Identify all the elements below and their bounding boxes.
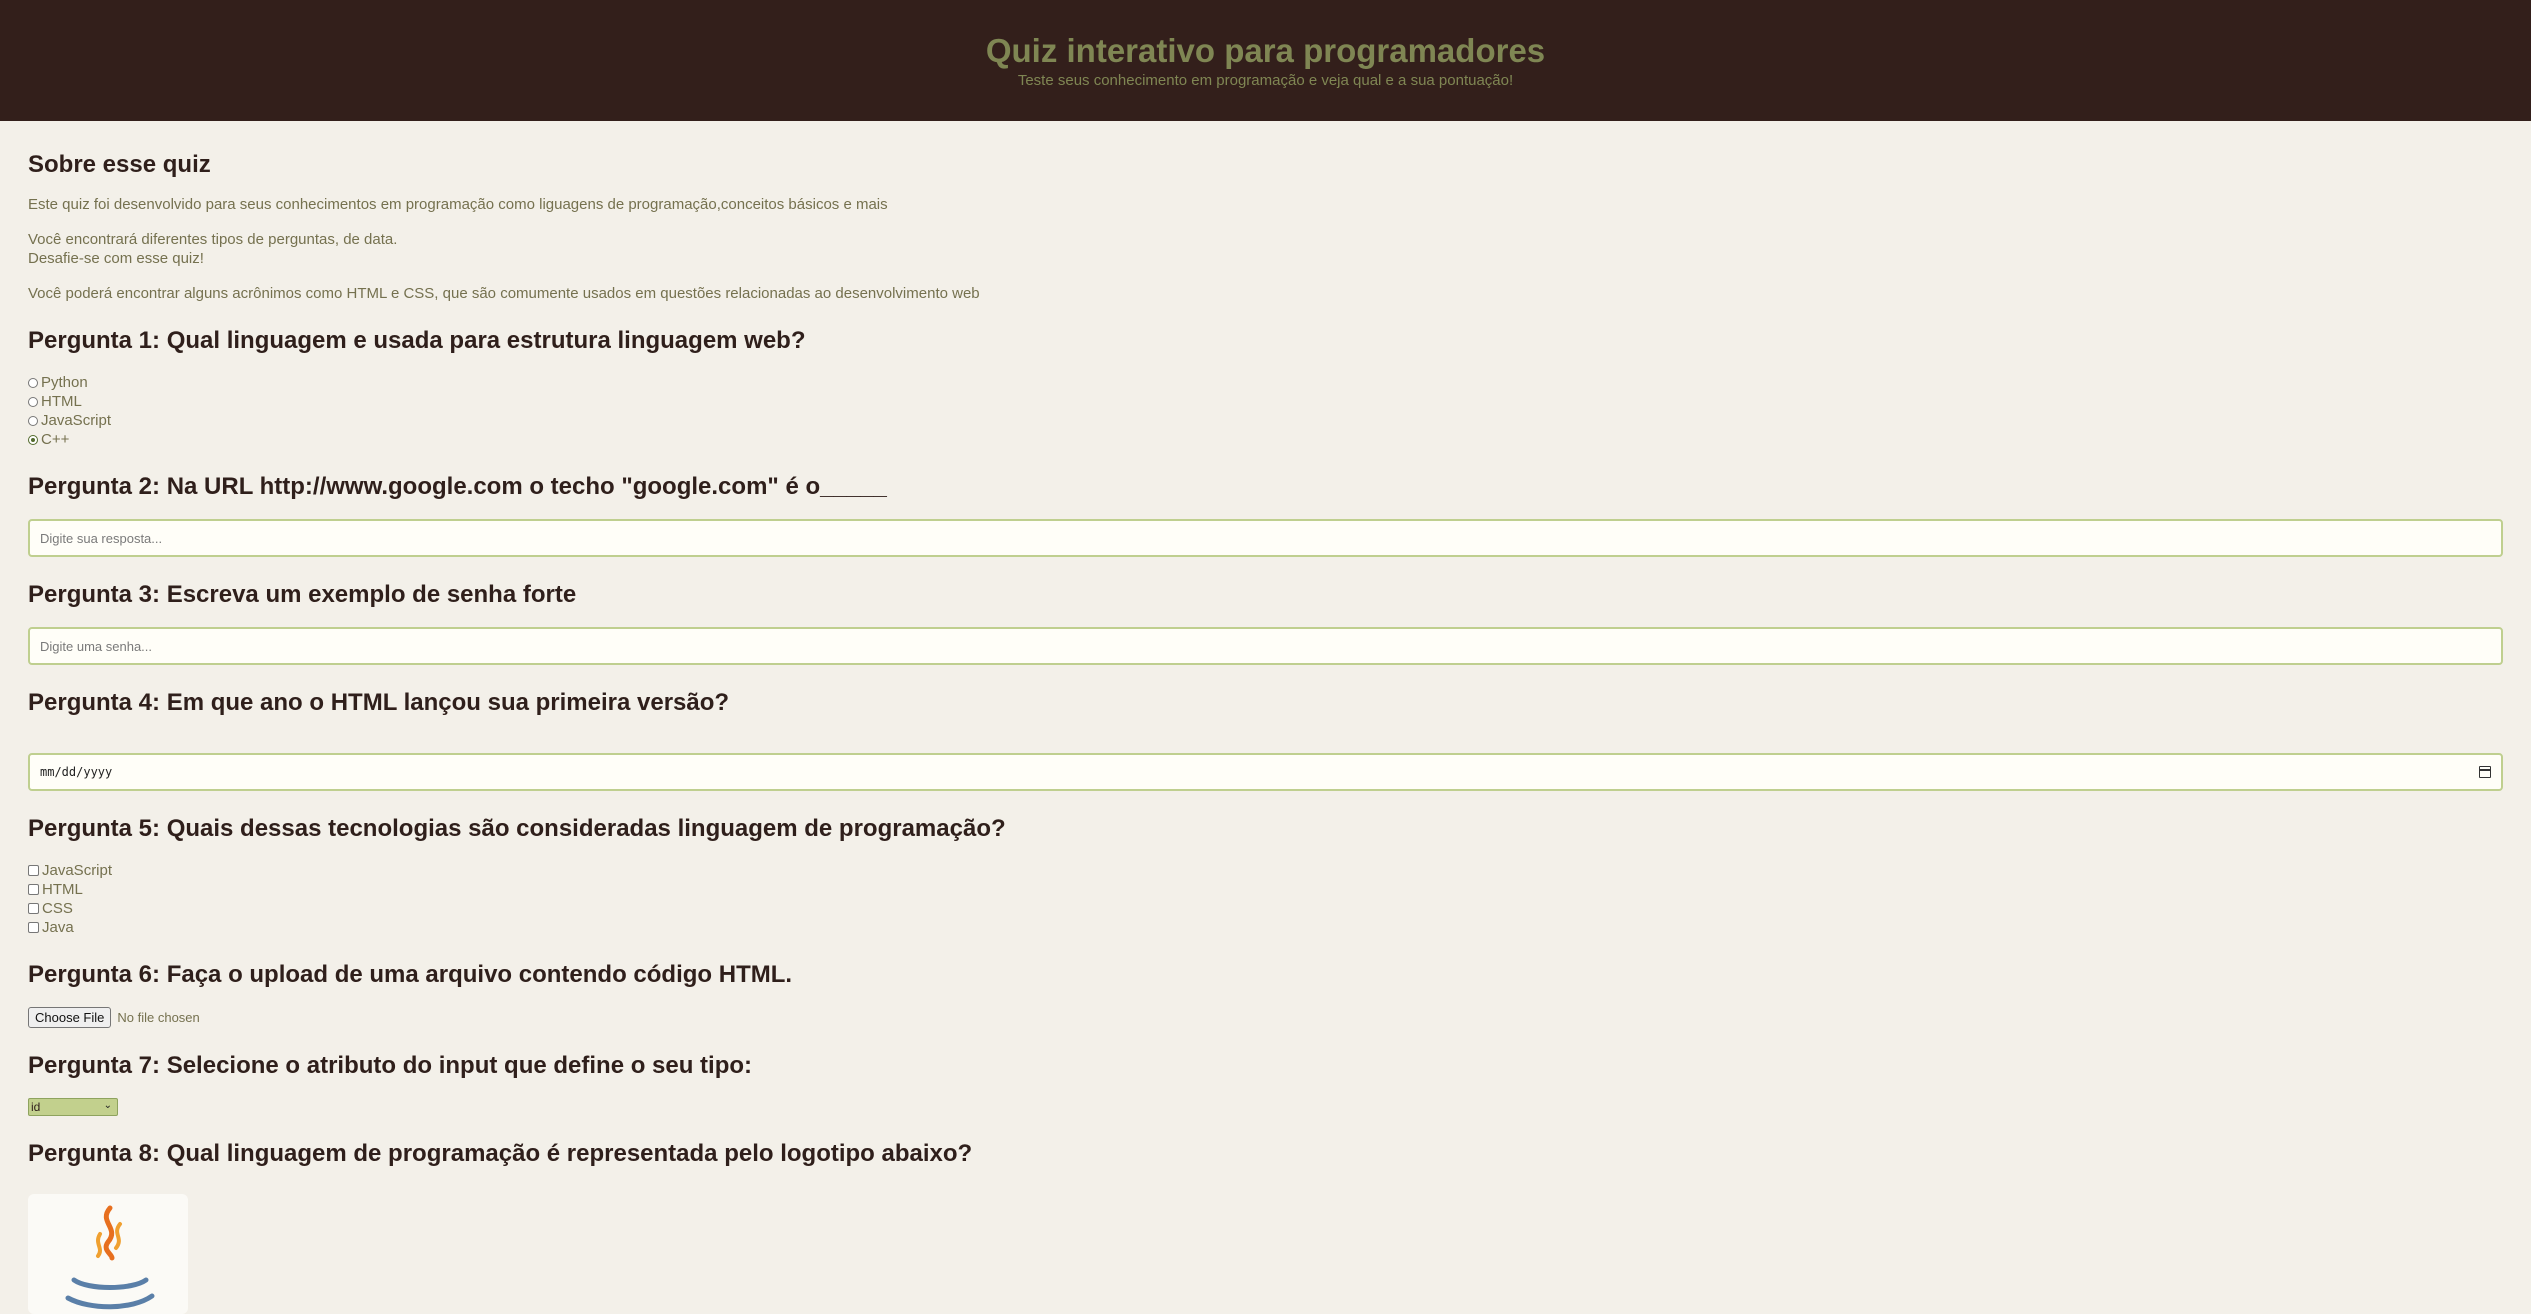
date-input[interactable]: mm/dd/yyyy (28, 753, 2503, 791)
about-paragraph-1: Este quiz foi desenvolvido para seus con… (28, 196, 888, 213)
checkbox[interactable] (28, 903, 39, 914)
question-8: Pergunta 8: Qual linguagem de programaçã… (28, 1140, 2503, 1314)
question-5: Pergunta 5: Quais dessas tecnologias são… (28, 815, 2503, 937)
q5-option-java[interactable]: Java (28, 918, 2503, 937)
question-1-options: Python HTML JavaScript C++ (28, 373, 2503, 449)
page-subtitle: Teste seus conhecimento em programação e… (1017, 71, 1514, 89)
about-paragraph-2: Você encontrará diferentes tipos de perg… (28, 230, 2503, 268)
answer-input[interactable]: Digite sua resposta... (28, 519, 2503, 557)
select-value: id (31, 1100, 41, 1114)
checkbox[interactable] (28, 865, 39, 876)
site-header: Quiz interativo para programadores Teste… (0, 0, 2531, 121)
question-1: Pergunta 1: Qual linguagem e usada para … (28, 327, 2503, 449)
question-3-title: Pergunta 3: Escreva um exemplo de senha … (28, 581, 577, 608)
q5-option-css[interactable]: CSS (28, 899, 2503, 918)
checkbox[interactable] (28, 922, 39, 933)
question-4: Pergunta 4: Em que ano o HTML lançou sua… (28, 689, 2503, 791)
q1-option-cpp[interactable]: C++ (28, 430, 2503, 449)
page-title: Quiz interativo para programadores (985, 31, 1546, 69)
question-6: Pergunta 6: Faça o upload de uma arquivo… (28, 961, 2503, 1028)
about-section: Sobre esse quiz Este quiz foi desenvolvi… (28, 151, 2503, 303)
q1-option-html[interactable]: HTML (28, 392, 2503, 411)
file-upload: Choose File No file chosen (28, 1007, 2503, 1028)
answer-input-placeholder: Digite sua resposta... (40, 530, 163, 546)
attribute-select[interactable]: id ⌄ (28, 1098, 118, 1116)
q5-option-html[interactable]: HTML (28, 880, 2503, 899)
question-1-title: Pergunta 1: Qual linguagem e usada para … (28, 327, 806, 354)
calendar-icon[interactable] (2479, 766, 2491, 778)
logo-image-card (28, 1194, 188, 1314)
about-paragraph-2-line-2: Desafie-se com esse quiz! (28, 250, 204, 267)
checkbox[interactable] (28, 884, 39, 895)
java-logo-icon (65, 1205, 155, 1310)
option-label: JavaScript (41, 412, 112, 429)
password-input-placeholder: Digite uma senha... (40, 638, 153, 654)
about-paragraph-2-line-1: Você encontrará diferentes tipos de perg… (28, 231, 398, 248)
option-label: JavaScript (42, 862, 113, 879)
about-title: Sobre esse quiz (28, 151, 211, 178)
about-paragraph-3: Você poderá encontrar alguns acrônimos c… (28, 285, 980, 302)
question-2-title: Pergunta 2: Na URL http://www.google.com… (28, 473, 887, 500)
radio-button[interactable] (28, 415, 38, 426)
radio-button[interactable] (28, 377, 38, 388)
radio-button-selected[interactable] (28, 434, 38, 445)
option-label: Java (42, 919, 74, 936)
q1-option-javascript[interactable]: JavaScript (28, 411, 2503, 430)
option-label: CSS (42, 900, 73, 917)
file-status: No file chosen (117, 1010, 200, 1025)
radio-button[interactable] (28, 396, 38, 407)
option-label: HTML (42, 881, 83, 898)
question-2: Pergunta 2: Na URL http://www.google.com… (28, 473, 2503, 557)
option-label: C++ (41, 431, 70, 448)
choose-file-button[interactable]: Choose File (28, 1007, 112, 1028)
option-label: HTML (41, 393, 82, 410)
question-8-title: Pergunta 8: Qual linguagem de programaçã… (28, 1140, 973, 1167)
chevron-down-icon: ⌄ (103, 1100, 112, 1111)
question-5-title: Pergunta 5: Quais dessas tecnologias são… (28, 815, 1006, 842)
question-6-title: Pergunta 6: Faça o upload de uma arquivo… (28, 961, 793, 988)
question-3: Pergunta 3: Escreva um exemplo de senha … (28, 581, 2503, 665)
question-7: Pergunta 7: Selecione o atributo do inpu… (28, 1052, 2503, 1116)
question-7-title: Pergunta 7: Selecione o atributo do inpu… (28, 1052, 753, 1079)
q1-option-python[interactable]: Python (28, 373, 2503, 392)
password-input[interactable]: Digite uma senha... (28, 627, 2503, 665)
date-input-placeholder: mm/dd/yyyy (40, 765, 113, 779)
quiz-main: Sobre esse quiz Este quiz foi desenvolvi… (0, 151, 2531, 1314)
question-4-title: Pergunta 4: Em que ano o HTML lançou sua… (28, 689, 730, 716)
q5-option-javascript[interactable]: JavaScript (28, 861, 2503, 880)
question-5-options: JavaScript HTML CSS Java (28, 861, 2503, 937)
option-label: Python (41, 374, 88, 391)
